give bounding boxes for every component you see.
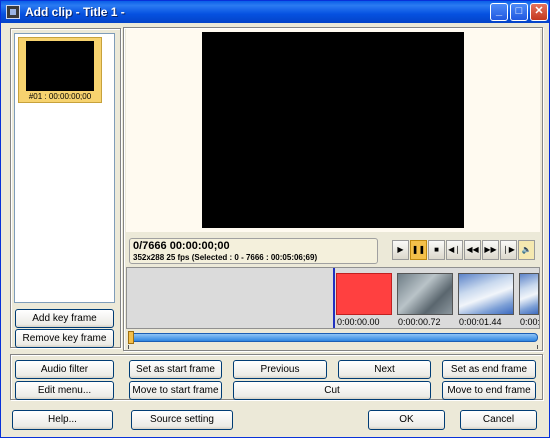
set-start-frame-button[interactable]: Set as start frame	[129, 360, 222, 379]
timeline-frame[interactable]	[397, 273, 453, 315]
audio-filter-button[interactable]: Audio filter	[15, 360, 114, 379]
title-bar[interactable]: Add clip - Title 1 - _ □ ✕	[1, 1, 549, 23]
stop-icon[interactable]: ■	[428, 240, 445, 260]
add-clip-window: Add clip - Title 1 - _ □ ✕ #01 : 00:00:0…	[0, 0, 550, 438]
step-forward-icon[interactable]: ❘▶	[500, 240, 517, 260]
keyframe-thumbnail	[26, 41, 94, 91]
frame-time-readout: 0/7666 00:00:00;00	[133, 240, 230, 252]
minimize-button[interactable]: _	[490, 3, 508, 21]
scrub-bar[interactable]	[128, 333, 538, 342]
keyframe-list[interactable]: #01 : 00:00:00;00	[14, 33, 115, 303]
scrub-ticks	[128, 345, 538, 349]
status-box: 0/7666 00:00:00;00 352x288 25 fps (Selec…	[129, 238, 378, 264]
move-to-start-frame-button[interactable]: Move to start frame	[129, 381, 222, 400]
window-title: Add clip - Title 1 -	[25, 5, 125, 19]
rewind-icon[interactable]: ◀◀	[464, 240, 481, 260]
timeline-frame[interactable]	[458, 273, 514, 315]
add-key-frame-button[interactable]: Add key frame	[15, 309, 114, 328]
step-back-icon[interactable]: ◀❘	[446, 240, 463, 260]
video-preview[interactable]	[202, 32, 464, 228]
timeline-frame[interactable]	[336, 273, 392, 315]
timecode-label: 0:00:00.00	[337, 317, 380, 327]
play-icon[interactable]: ▶	[392, 240, 409, 260]
set-end-frame-button[interactable]: Set as end frame	[442, 360, 536, 379]
remove-key-frame-button[interactable]: Remove key frame	[15, 329, 114, 348]
timecode-label: 0:00:00.72	[398, 317, 441, 327]
help-button[interactable]: Help...	[12, 410, 113, 430]
timeline-frame[interactable]	[519, 273, 539, 315]
transport-controls: ▶ ❚❚ ■ ◀❘ ◀◀ ▶▶ ❘▶ 🔈	[392, 240, 540, 262]
keyframe-item[interactable]: #01 : 00:00:00;00	[18, 37, 102, 103]
previous-button[interactable]: Previous	[233, 360, 327, 379]
close-button[interactable]: ✕	[530, 3, 548, 21]
source-setting-button[interactable]: Source setting	[131, 410, 233, 430]
cancel-button[interactable]: Cancel	[460, 410, 537, 430]
ok-button[interactable]: OK	[368, 410, 445, 430]
fast-forward-icon[interactable]: ▶▶	[482, 240, 499, 260]
timecode-label: 0:00:01.44	[459, 317, 502, 327]
timeline-strip[interactable]: 0:00:00.00 0:00:00.72 0:00:01.44 0:00:02	[126, 267, 540, 329]
clip-info-readout: 352x288 25 fps (Selected : 0 - 7666 : 00…	[133, 253, 318, 262]
next-button[interactable]: Next	[338, 360, 431, 379]
move-to-end-frame-button[interactable]: Move to end frame	[442, 381, 536, 400]
pause-icon[interactable]: ❚❚	[410, 240, 427, 260]
timecode-label: 0:00:02	[520, 317, 539, 327]
maximize-button[interactable]: □	[510, 3, 528, 21]
edit-menu-button[interactable]: Edit menu...	[15, 381, 114, 400]
keyframe-label: #01 : 00:00:00;00	[28, 92, 92, 101]
volume-icon[interactable]: 🔈	[518, 240, 535, 260]
cut-button[interactable]: Cut	[233, 381, 431, 400]
timeline-cursor[interactable]	[333, 268, 335, 328]
scrub-handle[interactable]	[128, 331, 134, 344]
app-icon	[6, 5, 20, 19]
